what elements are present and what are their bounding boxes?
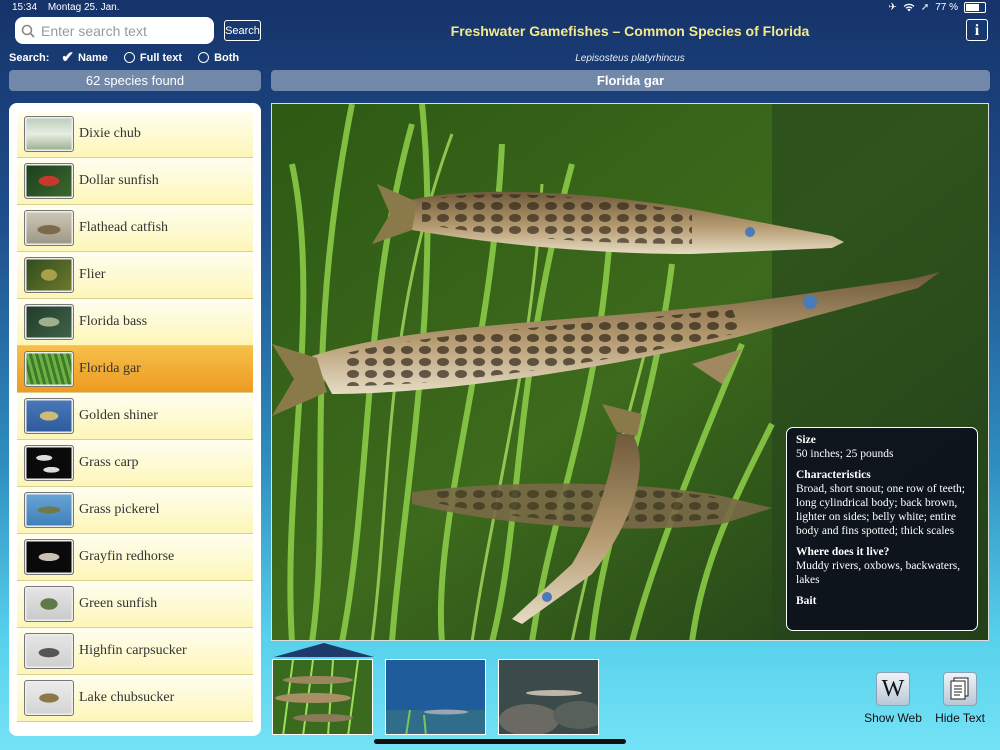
list-item-label: Grayfin redhorse bbox=[79, 549, 175, 564]
list-item-selected[interactable]: Florida gar bbox=[17, 346, 253, 393]
list-item[interactable]: Florida bass bbox=[17, 299, 253, 346]
species-info-panel: Size 50 inches; 25 pounds Characteristic… bbox=[786, 427, 978, 631]
list-item-label: Grass carp bbox=[79, 455, 139, 470]
fish-thumbnail bbox=[24, 163, 74, 199]
latin-name: Lepisosteus platyrhincus bbox=[575, 53, 685, 64]
status-date: Montag 25. Jan. bbox=[47, 2, 120, 13]
wikipedia-letter: W bbox=[881, 675, 905, 702]
option-name-label: Name bbox=[77, 51, 108, 64]
fish-thumbnail bbox=[24, 680, 74, 716]
list-item[interactable]: Flathead catfish bbox=[17, 205, 253, 252]
list-item[interactable]: Lake chubsucker bbox=[17, 675, 253, 722]
page-title: Freshwater Gamefishes – Common Species o… bbox=[450, 23, 810, 39]
search-label: Search: bbox=[9, 51, 50, 64]
list-item-label: Highfin carpsucker bbox=[79, 643, 187, 658]
characteristics-text: Broad, short snout; one row of teeth; lo… bbox=[796, 483, 965, 537]
thumbnail-image bbox=[499, 660, 598, 734]
option-full-text-label: Full text bbox=[139, 51, 183, 64]
info-icon: i bbox=[974, 22, 980, 39]
list-item-label: Florida gar bbox=[79, 361, 141, 376]
show-web-label: Show Web bbox=[864, 711, 922, 725]
list-item[interactable]: Golden shiner bbox=[17, 393, 253, 440]
list-item[interactable]: Green sunfish bbox=[17, 581, 253, 628]
list-item-label: Dollar sunfish bbox=[79, 173, 159, 188]
list-item-label: Dixie chub bbox=[79, 126, 141, 141]
list-item-label: Florida bass bbox=[79, 314, 148, 329]
photo-thumbnail-2[interactable] bbox=[385, 659, 486, 735]
list-item-label: Flathead catfish bbox=[79, 220, 169, 235]
list-item[interactable]: Highfin carpsucker bbox=[17, 628, 253, 675]
fish-thumbnail bbox=[24, 633, 74, 669]
habitat-heading: Where does it live? bbox=[796, 546, 890, 558]
photo-thumbnail-1[interactable] bbox=[272, 659, 373, 735]
fish-thumbnail bbox=[24, 445, 74, 481]
species-name: Florida gar bbox=[271, 70, 990, 91]
thumbnail-image bbox=[386, 660, 485, 734]
thumbnail-image bbox=[273, 660, 372, 734]
list-item[interactable]: Dollar sunfish bbox=[17, 158, 253, 205]
checkmark-icon: ✔ bbox=[61, 49, 74, 66]
list-item-label: Lake chubsucker bbox=[79, 690, 175, 705]
battery-icon bbox=[964, 2, 986, 13]
bait-heading: Bait bbox=[796, 595, 817, 607]
fish-thumbnail bbox=[24, 586, 74, 622]
status-bar-right: ✈ ➚ 77 % bbox=[888, 2, 986, 13]
size-text: 50 inches; 25 pounds bbox=[796, 448, 894, 460]
list-item-label: Flier bbox=[79, 267, 106, 282]
search-button[interactable]: Search bbox=[224, 20, 261, 41]
habitat-text: Muddy rivers, oxbows, backwaters, lakes bbox=[796, 560, 961, 586]
search-field[interactable] bbox=[15, 17, 214, 44]
fish-thumbnail bbox=[24, 304, 74, 340]
option-both-label: Both bbox=[214, 51, 240, 64]
list-item[interactable]: Dixie chub bbox=[17, 111, 253, 158]
airplane-icon: ✈ bbox=[888, 2, 897, 13]
option-name[interactable]: ✔ Name bbox=[61, 50, 108, 65]
radio-icon bbox=[123, 52, 135, 63]
fish-thumbnail bbox=[24, 116, 74, 152]
result-count: 62 species found bbox=[9, 70, 261, 91]
hide-text-button[interactable]: Hide Text bbox=[930, 672, 990, 725]
document-icon bbox=[943, 672, 977, 706]
list-item[interactable]: Grass carp bbox=[17, 440, 253, 487]
show-web-button[interactable]: W Show Web bbox=[862, 672, 924, 725]
list-item-label: Golden shiner bbox=[79, 408, 158, 423]
list-item[interactable]: Flier bbox=[17, 252, 253, 299]
status-bar-left: 15:34 Montag 25. Jan. bbox=[12, 2, 128, 13]
species-list[interactable]: Dixie chub Dollar sunfish Flathead catfi… bbox=[17, 111, 253, 722]
search-input[interactable] bbox=[39, 21, 213, 40]
hide-text-label: Hide Text bbox=[935, 711, 985, 725]
fish-thumbnail bbox=[24, 492, 74, 528]
fish-thumbnail bbox=[24, 210, 74, 246]
wifi-icon bbox=[903, 3, 915, 12]
characteristics-heading: Characteristics bbox=[796, 469, 871, 481]
list-item[interactable]: Grayfin redhorse bbox=[17, 534, 253, 581]
size-heading: Size bbox=[796, 434, 816, 446]
battery-percent: 77 % bbox=[935, 2, 958, 13]
fish-thumbnail bbox=[24, 539, 74, 575]
list-item-label: Green sunfish bbox=[79, 596, 158, 611]
wikipedia-icon: W bbox=[876, 672, 910, 706]
selected-thumbnail-pointer bbox=[274, 643, 374, 657]
list-item-label: Grass pickerel bbox=[79, 502, 160, 517]
location-icon: ➚ bbox=[920, 2, 930, 13]
info-button[interactable]: i bbox=[966, 19, 988, 41]
search-options: Search: ✔ Name Full text Both bbox=[9, 50, 239, 65]
fish-thumbnail bbox=[24, 257, 74, 293]
option-full-text[interactable]: Full text bbox=[123, 51, 183, 64]
home-indicator[interactable] bbox=[374, 739, 626, 744]
status-time: 15:34 bbox=[12, 2, 38, 13]
species-list-panel[interactable]: Dixie chub Dollar sunfish Flathead catfi… bbox=[9, 103, 261, 736]
search-icon bbox=[21, 24, 35, 38]
photo-thumbnail-3[interactable] bbox=[498, 659, 599, 735]
list-item[interactable]: Grass pickerel bbox=[17, 487, 253, 534]
fish-thumbnail bbox=[24, 398, 74, 434]
option-both[interactable]: Both bbox=[198, 52, 239, 64]
fish-thumbnail bbox=[24, 351, 74, 387]
radio-icon bbox=[198, 52, 210, 63]
